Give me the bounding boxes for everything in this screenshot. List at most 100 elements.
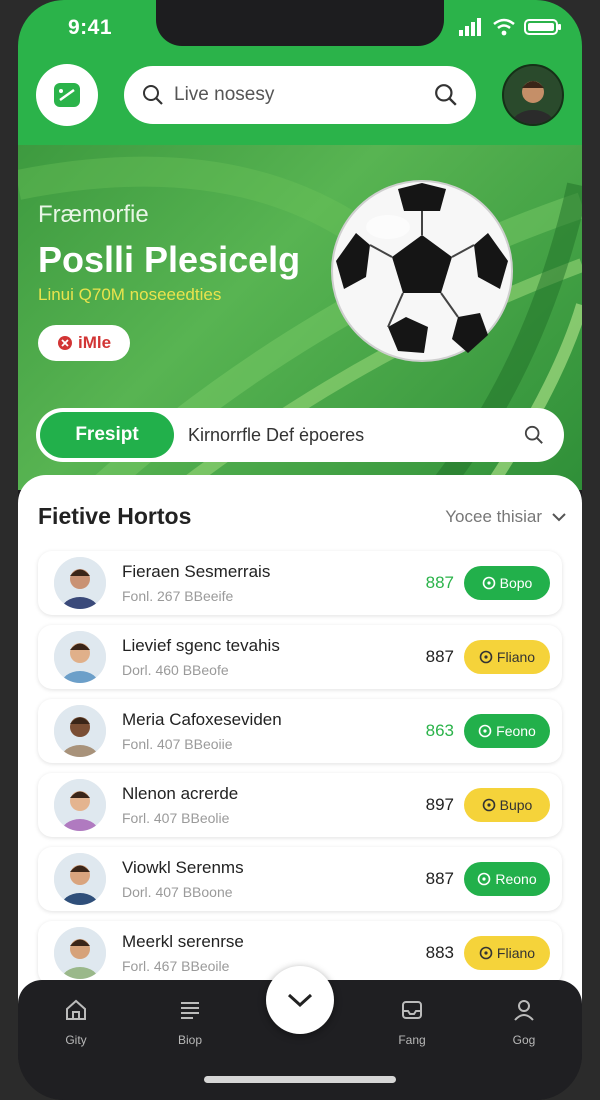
home-indicator[interactable] bbox=[204, 1076, 396, 1083]
player-photo bbox=[54, 705, 106, 757]
sort-label: Yocee thisiar bbox=[445, 507, 542, 526]
user-avatar-image bbox=[504, 66, 562, 124]
device-notch bbox=[156, 0, 444, 46]
player-info: Nlenon acrerde Forl. 407 BBeolie bbox=[122, 784, 406, 826]
avatar bbox=[54, 557, 106, 609]
soccer-ball-image bbox=[331, 180, 513, 362]
list-item[interactable]: Fieraen Sesmerrais Fonl. 267 BBeeife 887 Bo… bbox=[38, 551, 562, 615]
hero-primary-button[interactable]: Fresipt bbox=[40, 412, 174, 458]
list-item[interactable]: Viowkl Serenms Dorl. 407 BBoone 887 Reono bbox=[38, 847, 562, 911]
tag-icon bbox=[482, 798, 495, 812]
expand-button[interactable] bbox=[266, 966, 334, 1034]
nav-label: Gity bbox=[65, 1033, 87, 1047]
wifi-icon bbox=[493, 18, 515, 36]
chevron-down-icon bbox=[552, 513, 566, 522]
player-list: Fieraen Sesmerrais Fonl. 267 BBeeife 887 Bo… bbox=[38, 551, 562, 995]
ticket-icon bbox=[54, 83, 80, 107]
hero-bar-text: Kirnorrfle Def ėpoeres bbox=[188, 424, 365, 445]
player-score: 863 bbox=[425, 721, 454, 740]
player-score: 887 bbox=[425, 647, 454, 666]
player-info: Viowkl Serenms Dorl. 407 BBoone bbox=[122, 858, 406, 900]
home-icon bbox=[66, 999, 86, 1020]
player-score: 887 bbox=[425, 573, 454, 592]
action-pill[interactable]: Reono bbox=[464, 862, 550, 896]
player-name: Meerkl serenrse bbox=[122, 932, 244, 951]
search-icon[interactable] bbox=[524, 425, 544, 445]
nav-label: Gog bbox=[512, 1033, 536, 1047]
player-name: Viowkl Serenms bbox=[122, 858, 244, 877]
player-info: Fieraen Sesmerrais Fonl. 267 BBeeife bbox=[122, 562, 406, 604]
avatar bbox=[54, 927, 106, 979]
player-name: Lievief sgenc tevahis bbox=[122, 636, 280, 655]
player-meta: Fonl. 407 BBeoiie bbox=[122, 736, 233, 752]
tag-icon bbox=[482, 576, 495, 590]
phone-screen: 9:41 Live nosesy Fræmorfie Poslli Plesic… bbox=[18, 0, 582, 1100]
status-time: 9:41 bbox=[68, 16, 113, 39]
inbox-icon bbox=[402, 1001, 422, 1019]
action-pill[interactable]: Fliano bbox=[464, 936, 550, 970]
player-meta: Forl. 467 BBeoile bbox=[122, 958, 230, 974]
action-pill-label: Bupo bbox=[499, 797, 533, 813]
nav-label: Biop bbox=[177, 1033, 203, 1047]
action-pill[interactable]: Feono bbox=[464, 714, 550, 748]
player-meta: Dorl. 460 BBeofe bbox=[122, 662, 229, 678]
player-photo bbox=[54, 631, 106, 683]
player-info: Lievief sgenc tevahis Dorl. 460 BBeofe bbox=[122, 636, 406, 678]
nav-item-0[interactable]: Gity bbox=[36, 998, 116, 1047]
player-score: 887 bbox=[425, 869, 454, 888]
player-name: Meria Cafoxeseviden bbox=[122, 710, 282, 729]
nav-label: Fang bbox=[398, 1033, 426, 1047]
status-icons bbox=[458, 18, 562, 36]
action-pill-label: Feono bbox=[496, 723, 536, 739]
hero-tagline: Linui Q70M noseeedties bbox=[38, 285, 222, 304]
player-score: 883 bbox=[425, 943, 454, 962]
profile-icon bbox=[514, 1000, 534, 1021]
action-pill[interactable]: Bopo bbox=[464, 566, 550, 600]
tag-icon bbox=[478, 872, 491, 886]
player-photo bbox=[54, 557, 106, 609]
avatar bbox=[54, 705, 106, 757]
app-logo-button[interactable] bbox=[36, 64, 98, 126]
list-item[interactable]: Lievief sgenc tevahis Dorl. 460 BBeofe 887… bbox=[38, 625, 562, 689]
search-icon bbox=[143, 85, 163, 105]
tag-icon bbox=[479, 650, 493, 664]
nav-item-3[interactable]: Gog bbox=[484, 998, 564, 1047]
hero-banner[interactable]: Fræmorfie Poslli Plesicelg Linui Q70M no… bbox=[18, 145, 582, 490]
search-submit-icon[interactable] bbox=[434, 83, 458, 107]
player-meta: Dorl. 407 BBoone bbox=[122, 884, 233, 900]
sort-dropdown[interactable]: Yocee thisiar bbox=[445, 507, 566, 527]
avatar bbox=[54, 631, 106, 683]
list-item[interactable]: Meria Cafoxeseviden Fonl. 407 BBeoiie 863 F… bbox=[38, 699, 562, 763]
action-pill-label: Fliano bbox=[496, 945, 536, 961]
action-pill-label: Fliano bbox=[496, 649, 536, 665]
action-pill[interactable]: Bupo bbox=[464, 788, 550, 822]
player-name: Fieraen Sesmerrais bbox=[122, 562, 271, 581]
battery-icon bbox=[524, 19, 561, 35]
players-card: Fietive Hortos Yocee thisiar Fieraen Ses… bbox=[18, 475, 582, 1015]
action-pill[interactable]: Fliano bbox=[464, 640, 550, 674]
list-item[interactable]: Nlenon acrerde Forl. 407 BBeolie 897 Bupo bbox=[38, 773, 562, 837]
tag-icon bbox=[478, 724, 492, 738]
player-meta: Forl. 407 BBeolie bbox=[122, 810, 230, 826]
nav-item-2[interactable]: Fang bbox=[372, 998, 452, 1047]
avatar bbox=[54, 853, 106, 905]
player-score: 897 bbox=[425, 795, 454, 814]
hero-subtitle: Fræmorfie bbox=[38, 201, 149, 228]
avatar bbox=[54, 779, 106, 831]
player-photo bbox=[54, 927, 106, 979]
hero-badge[interactable]: iMle bbox=[38, 325, 130, 361]
hero-action-bar: Fresipt Kirnorrfle Def ėpoeres bbox=[36, 408, 564, 462]
search-input[interactable]: Live nosesy bbox=[124, 66, 476, 124]
player-photo bbox=[54, 853, 106, 905]
hero-badge-label: iMle bbox=[77, 333, 112, 352]
player-info: Meerkl serenrse Forl. 467 BBeoile bbox=[122, 932, 406, 974]
user-avatar[interactable] bbox=[502, 64, 564, 126]
action-pill-label: Bopo bbox=[499, 575, 533, 591]
menu-icon bbox=[181, 1002, 199, 1019]
player-info: Meria Cafoxeseviden Fonl. 407 BBeoiie bbox=[122, 710, 406, 752]
player-name: Nlenon acrerde bbox=[122, 784, 239, 803]
player-photo bbox=[54, 779, 106, 831]
action-pill-label: Reono bbox=[495, 871, 537, 887]
nav-item-1[interactable]: Biop bbox=[150, 998, 230, 1047]
search-placeholder: Live nosesy bbox=[174, 84, 275, 105]
